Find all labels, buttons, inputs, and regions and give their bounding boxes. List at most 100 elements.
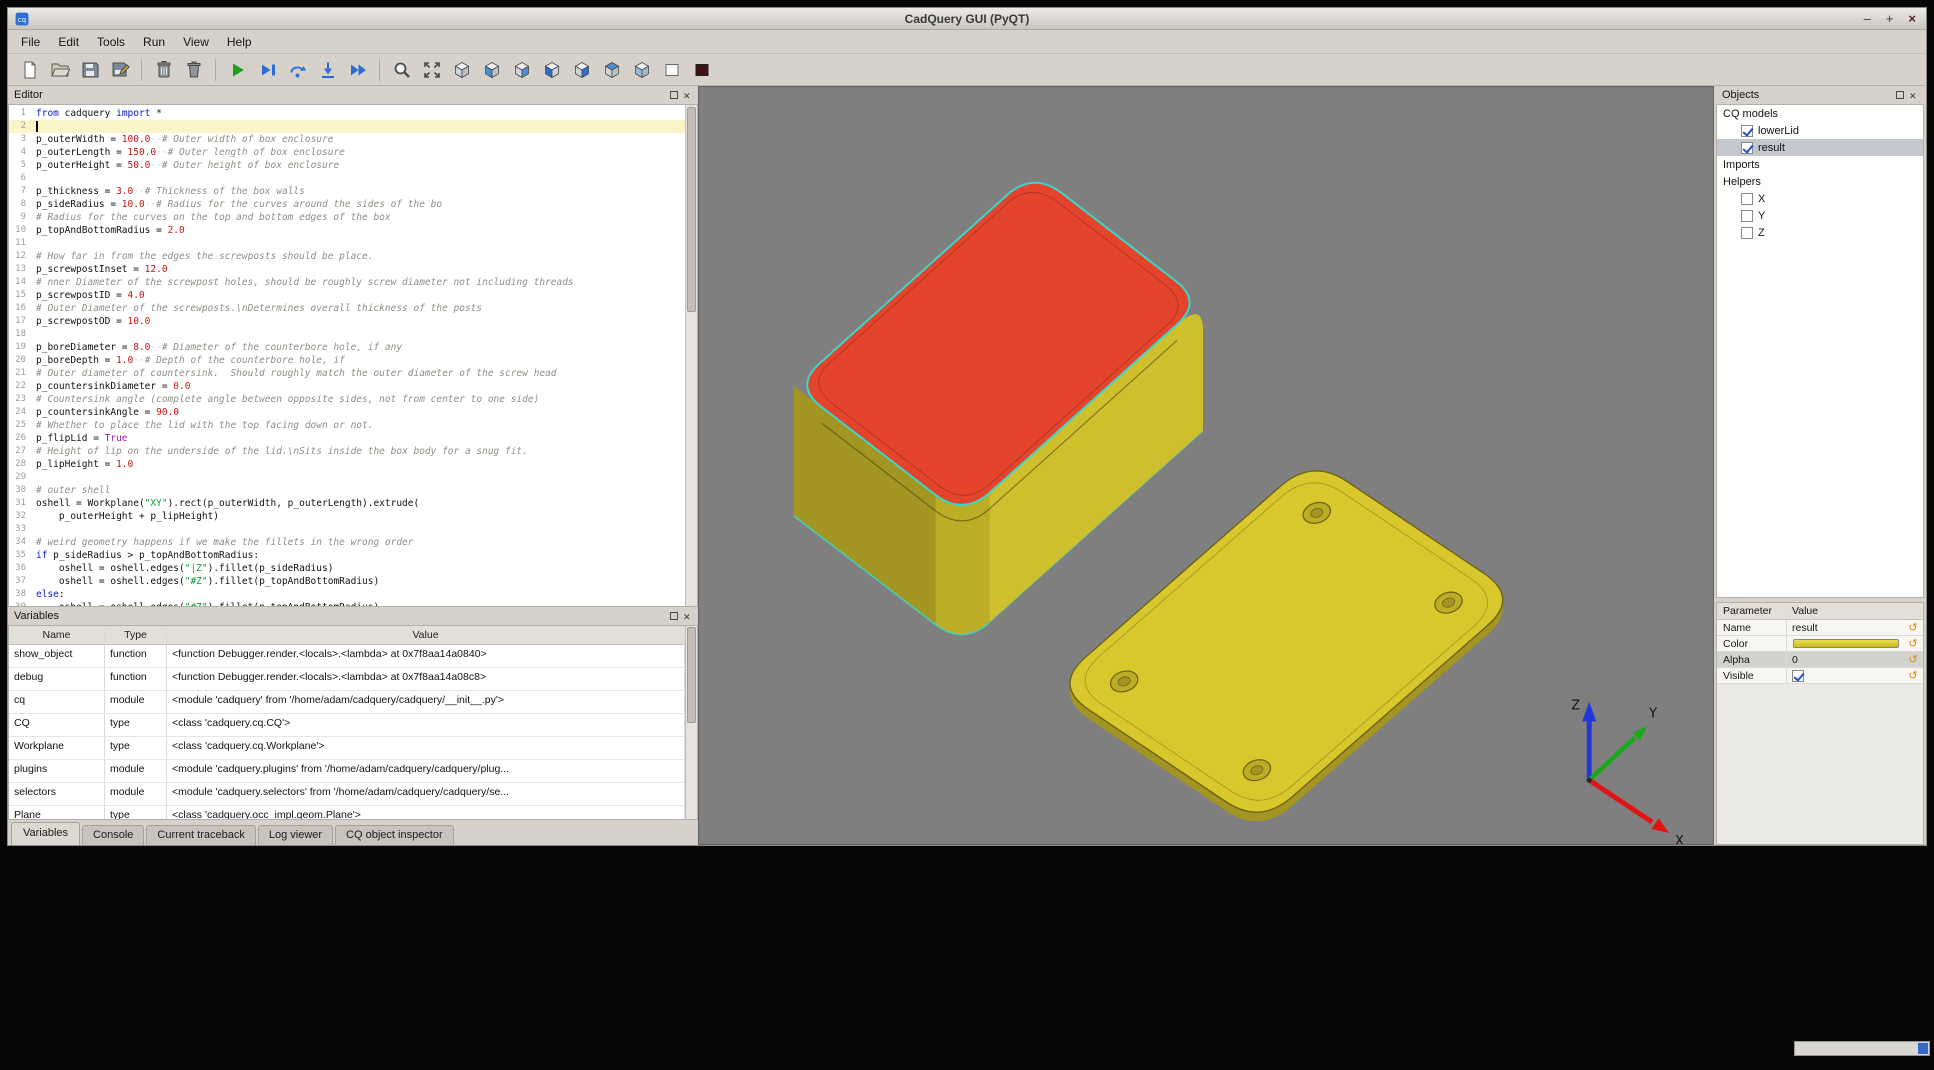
code-line-36[interactable]: 36 oshell = oshell.edges("|Z").fillet(p_… (9, 562, 685, 575)
code-line-5[interactable]: 5p_outerHeight = 50.0··# Outer height of… (9, 159, 685, 172)
tab-current-traceback[interactable]: Current traceback (146, 825, 255, 845)
view-front-button[interactable] (478, 56, 505, 83)
view-back-button[interactable] (508, 56, 535, 83)
tree-item-helpers[interactable]: Helpers (1717, 173, 1923, 190)
code-line-31[interactable]: 31oshell = Workplane("XY").rect(p_outerW… (9, 497, 685, 510)
code-line-6[interactable]: 6 (9, 172, 685, 185)
tab-cq-object-inspector[interactable]: CQ object inspector (335, 825, 454, 845)
code-line-11[interactable]: 11 (9, 237, 685, 250)
reset-visible-button[interactable]: ↺ (1903, 668, 1923, 684)
tab-console[interactable]: Console (82, 825, 144, 845)
scrollbar-thumb[interactable] (687, 627, 696, 723)
variables-close-icon[interactable] (683, 611, 693, 621)
code-line-13[interactable]: 13p_screwpostInset = 12.0 (9, 263, 685, 276)
close-button[interactable]: × (1908, 8, 1916, 30)
editor-float-icon[interactable] (670, 91, 678, 99)
model-box[interactable] (794, 183, 1203, 635)
column-header-value[interactable]: Value (1787, 603, 1903, 619)
code-line-25[interactable]: 25# Whether to place the lid with the to… (9, 419, 685, 432)
delete-button[interactable] (180, 56, 207, 83)
code-line-7[interactable]: 7p_thickness = 3.0··# Thickness of the b… (9, 185, 685, 198)
step-into-button[interactable] (314, 56, 341, 83)
code-line-10[interactable]: 10p_topAndBottomRadius = 2.0 (9, 224, 685, 237)
code-line-18[interactable]: 18 (9, 328, 685, 341)
var-row-plugins[interactable]: pluginsmodule<module 'cadquery.plugins' … (9, 760, 685, 783)
code-line-33[interactable]: 33 (9, 523, 685, 536)
var-row-workplane[interactable]: Workplanetype<class 'cadquery.cq.Workpla… (9, 737, 685, 760)
prop-value[interactable] (1787, 668, 1903, 683)
checkbox-lowerlid[interactable] (1741, 125, 1753, 137)
column-header-name[interactable]: Name (9, 626, 105, 645)
open-file-button[interactable] (46, 56, 73, 83)
step-over-button[interactable] (284, 56, 311, 83)
prop-value[interactable] (1787, 636, 1903, 651)
prop-row-visible[interactable]: Visible↺ (1717, 668, 1923, 684)
code-line-19[interactable]: 19p_boreDiameter = 8.0··# Diameter of th… (9, 341, 685, 354)
code-line-30[interactable]: 30# outer shell (9, 484, 685, 497)
view-iso-button[interactable] (448, 56, 475, 83)
reset-name-button[interactable]: ↺ (1903, 620, 1923, 636)
variables-scrollbar[interactable] (685, 626, 697, 819)
editor-lines[interactable]: 1from cadquery import *23p_outerWidth = … (9, 105, 685, 606)
prop-row-alpha[interactable]: Alpha0↺ (1717, 652, 1923, 668)
code-line-29[interactable]: 29 (9, 471, 685, 484)
tab-variables[interactable]: Variables (11, 822, 80, 845)
menu-run[interactable]: Run (134, 32, 174, 52)
checkbox-x[interactable] (1741, 193, 1753, 205)
prop-row-color[interactable]: Color↺ (1717, 636, 1923, 652)
code-line-35[interactable]: 35if p_sideRadius > p_topAndBottomRadius… (9, 549, 685, 562)
new-file-button[interactable] (16, 56, 43, 83)
code-line-17[interactable]: 17p_screwpostOD = 10.0 (9, 315, 685, 328)
fit-all-button[interactable] (418, 56, 445, 83)
menu-help[interactable]: Help (218, 32, 261, 52)
code-line-27[interactable]: 27# Height of lip on the underside of th… (9, 445, 685, 458)
tree-item-imports[interactable]: Imports (1717, 156, 1923, 173)
code-editor[interactable]: 1from cadquery import *23p_outerWidth = … (8, 104, 698, 607)
var-row-show-object[interactable]: show_objectfunction<function Debugger.re… (9, 645, 685, 668)
objects-float-icon[interactable] (1896, 91, 1904, 99)
editor-close-icon[interactable] (683, 90, 693, 100)
code-line-26[interactable]: 26p_flipLid = True (9, 432, 685, 445)
view-right-button[interactable] (568, 56, 595, 83)
render-button[interactable] (224, 56, 251, 83)
checkbox-z[interactable] (1741, 227, 1753, 239)
var-row-plane[interactable]: Planetype<class 'cadquery.occ_impl.geom.… (9, 806, 685, 820)
shaded-button[interactable] (688, 56, 715, 83)
continue-button[interactable] (344, 56, 371, 83)
code-line-38[interactable]: 38else: (9, 588, 685, 601)
code-line-12[interactable]: 12# How far in from the edges the screwp… (9, 250, 685, 263)
code-line-21[interactable]: 21# Outer diameter of countersink. Shoul… (9, 367, 685, 380)
column-header-parameter[interactable]: Parameter (1717, 603, 1787, 619)
code-line-22[interactable]: 22p_countersinkDiameter = 0.0 (9, 380, 685, 393)
code-line-3[interactable]: 3p_outerWidth = 100.0··# Outer width of … (9, 133, 685, 146)
checkbox-visible[interactable] (1792, 670, 1804, 682)
maximize-button[interactable]: + (1886, 8, 1894, 30)
var-row-debug[interactable]: debugfunction<function Debugger.render.<… (9, 668, 685, 691)
code-line-2[interactable]: 2 (9, 120, 685, 133)
var-row-cq[interactable]: CQtype<class 'cadquery.cq.CQ'> (9, 714, 685, 737)
wireframe-button[interactable] (658, 56, 685, 83)
view-bottom-button[interactable] (628, 56, 655, 83)
title-bar[interactable]: cq CadQuery GUI (PyQT) – + × (8, 8, 1926, 30)
view-top-button[interactable] (598, 56, 625, 83)
code-line-4[interactable]: 4p_outerLength = 150.0··# Outer length o… (9, 146, 685, 159)
code-line-9[interactable]: 9# Radius for the curves on the top and … (9, 211, 685, 224)
tab-log-viewer[interactable]: Log viewer (258, 825, 333, 845)
code-line-15[interactable]: 15p_screwpostID = 4.0 (9, 289, 685, 302)
menu-tools[interactable]: Tools (88, 32, 134, 52)
column-header-type[interactable]: Type (105, 626, 167, 645)
save-button[interactable] (76, 56, 103, 83)
menu-file[interactable]: File (12, 32, 49, 52)
tree-item-x[interactable]: X (1717, 190, 1923, 207)
code-line-16[interactable]: 16# Outer Diameter of the screwposts.\nD… (9, 302, 685, 315)
code-line-34[interactable]: 34# weird geometry happens if we make th… (9, 536, 685, 549)
clean-button[interactable] (150, 56, 177, 83)
zoom-button[interactable] (388, 56, 415, 83)
minimize-button[interactable]: – (1864, 8, 1871, 30)
code-line-14[interactable]: 14# nner Diameter of the screwpost holes… (9, 276, 685, 289)
tree-item-z[interactable]: Z (1717, 224, 1923, 241)
view-left-button[interactable] (538, 56, 565, 83)
code-line-28[interactable]: 28p_lipHeight = 1.0 (9, 458, 685, 471)
save-as-button[interactable] (106, 56, 133, 83)
checkbox-y[interactable] (1741, 210, 1753, 222)
